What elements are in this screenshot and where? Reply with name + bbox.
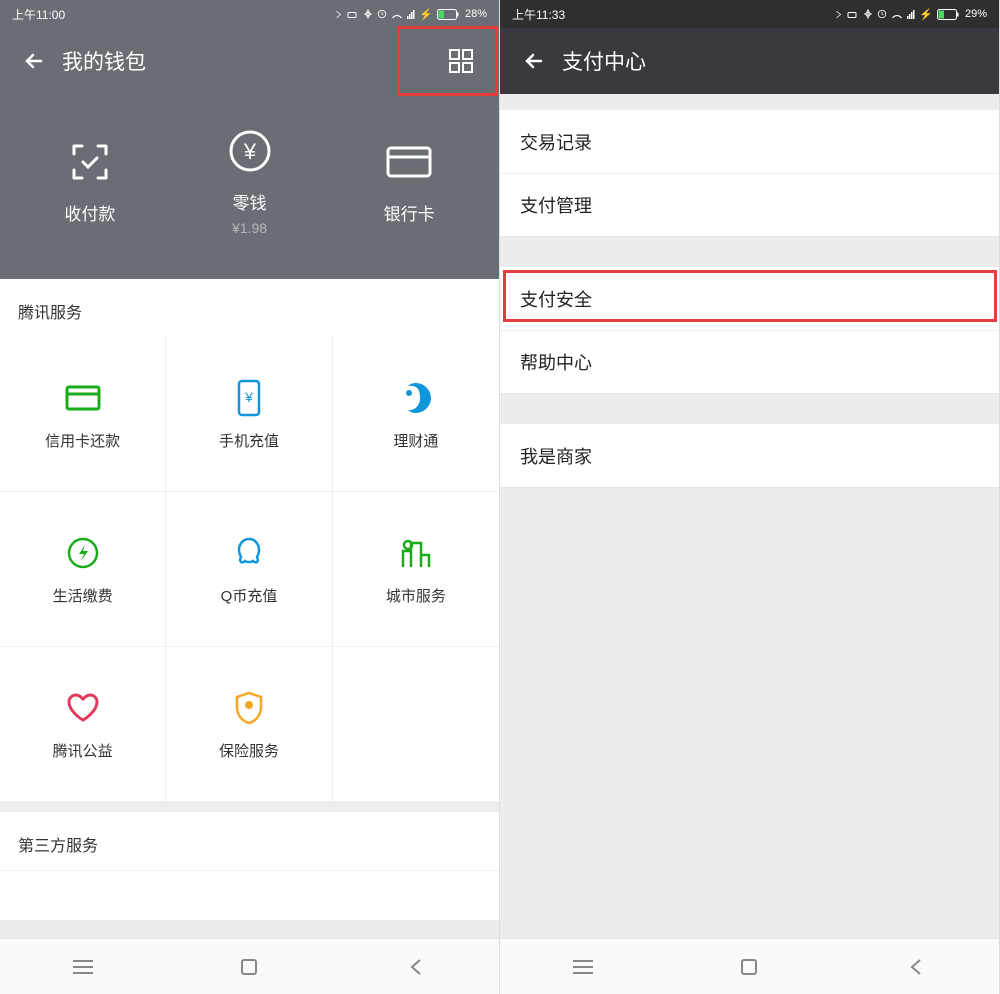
svg-text:¥: ¥	[244, 389, 253, 405]
nav-bar: 我的钱包	[0, 28, 499, 94]
bank-card-button[interactable]: 银行卡	[329, 138, 489, 225]
list-item-label: 交易记录	[520, 129, 592, 155]
content-area: 腾讯服务 信用卡还款 ¥ 手机充值 理财通 生活缴费 Q币充值	[0, 279, 499, 938]
item-payment-security[interactable]: 支付安全	[500, 267, 999, 330]
nav-bar: 支付中心	[500, 28, 999, 94]
hero-label: 收付款	[64, 200, 115, 225]
system-nav	[500, 938, 999, 994]
balance-button[interactable]: ¥ 零钱 ¥1.98	[170, 127, 330, 236]
heart-icon	[63, 688, 103, 728]
hero-label: 零钱	[233, 189, 267, 214]
bolt-icon	[63, 533, 103, 573]
page-title: 支付中心	[562, 46, 646, 76]
item-transaction-history[interactable]: 交易记录	[500, 110, 999, 173]
recent-apps-button[interactable]	[33, 947, 133, 987]
qq-icon	[229, 533, 269, 573]
service-label: 城市服务	[386, 585, 446, 606]
service-label: 保险服务	[219, 740, 279, 761]
service-city[interactable]: 城市服务	[333, 492, 499, 647]
service-label: 信用卡还款	[45, 430, 120, 451]
home-button[interactable]	[199, 947, 299, 987]
service-label: 理财通	[393, 430, 438, 451]
status-time: 上午11:33	[512, 6, 565, 23]
service-credit-card-repay[interactable]: 信用卡还款	[0, 337, 166, 492]
service-label: Q币充值	[221, 585, 278, 606]
services-grid: 信用卡还款 ¥ 手机充值 理财通 生活缴费 Q币充值 城市服务	[0, 337, 499, 802]
service-label: 手机充值	[219, 430, 279, 451]
item-payment-management[interactable]: 支付管理	[500, 173, 999, 236]
wallet-screen: 上午11:00 ⚡ 28% 我的钱包	[0, 0, 500, 994]
city-icon	[396, 533, 436, 573]
credit-card-icon	[63, 378, 103, 418]
battery-percent: 29%	[965, 8, 987, 20]
page-title: 我的钱包	[62, 46, 146, 76]
service-phone-topup[interactable]: ¥ 手机充值	[166, 337, 332, 492]
back-button[interactable]	[18, 45, 50, 77]
pay-receive-icon	[66, 138, 114, 186]
status-icons: ⚡ 29%	[834, 8, 987, 21]
grid-menu-button[interactable]	[441, 41, 481, 81]
list-item-label: 帮助中心	[520, 349, 592, 375]
licaitong-icon	[396, 378, 436, 418]
service-label: 腾讯公益	[53, 740, 113, 761]
back-button[interactable]	[518, 45, 550, 77]
service-life-payment[interactable]: 生活缴费	[0, 492, 166, 647]
recent-apps-button[interactable]	[533, 947, 633, 987]
service-insurance[interactable]: 保险服务	[166, 647, 332, 802]
section-header-thirdparty: 第三方服务	[0, 802, 499, 870]
insurance-icon	[229, 688, 269, 728]
service-q-coin[interactable]: Q币充值	[166, 492, 332, 647]
home-button[interactable]	[699, 947, 799, 987]
section-header-tencent: 腾讯服务	[0, 279, 499, 337]
status-bar: 上午11:00 ⚡ 28%	[0, 0, 499, 28]
service-label: 生活缴费	[53, 585, 113, 606]
service-empty	[333, 647, 499, 802]
balance-icon: ¥	[226, 127, 274, 175]
system-nav	[0, 938, 499, 994]
battery-percent: 28%	[465, 8, 487, 20]
sys-back-button[interactable]	[866, 947, 966, 987]
list-content: 交易记录 支付管理 支付安全 帮助中心 我是商家	[500, 94, 999, 488]
list-item-label: 支付安全	[520, 286, 592, 312]
item-merchant[interactable]: 我是商家	[500, 424, 999, 487]
balance-amount: ¥1.98	[232, 220, 267, 236]
sys-back-button[interactable]	[366, 947, 466, 987]
svg-text:¥: ¥	[242, 139, 256, 164]
status-bar: 上午11:33 ⚡ 29%	[500, 0, 999, 28]
list-item-label: 支付管理	[520, 192, 592, 218]
service-licaitong[interactable]: 理财通	[333, 337, 499, 492]
status-time: 上午11:00	[12, 6, 65, 23]
list-item-label: 我是商家	[520, 443, 592, 469]
hero-label: 银行卡	[384, 200, 435, 225]
status-icons: ⚡ 28%	[334, 8, 487, 21]
grid-icon	[448, 48, 474, 74]
service-charity[interactable]: 腾讯公益	[0, 647, 166, 802]
payment-center-screen: 上午11:33 ⚡ 29% 支付中心 交易记录 支付管理 支付安全 帮助中心	[500, 0, 1000, 994]
card-icon	[385, 138, 433, 186]
wallet-hero: 收付款 ¥ 零钱 ¥1.98 银行卡	[0, 94, 499, 279]
empty-area	[500, 488, 999, 938]
phone-icon: ¥	[229, 378, 269, 418]
item-help-center[interactable]: 帮助中心	[500, 330, 999, 393]
pay-receive-button[interactable]: 收付款	[10, 138, 170, 225]
